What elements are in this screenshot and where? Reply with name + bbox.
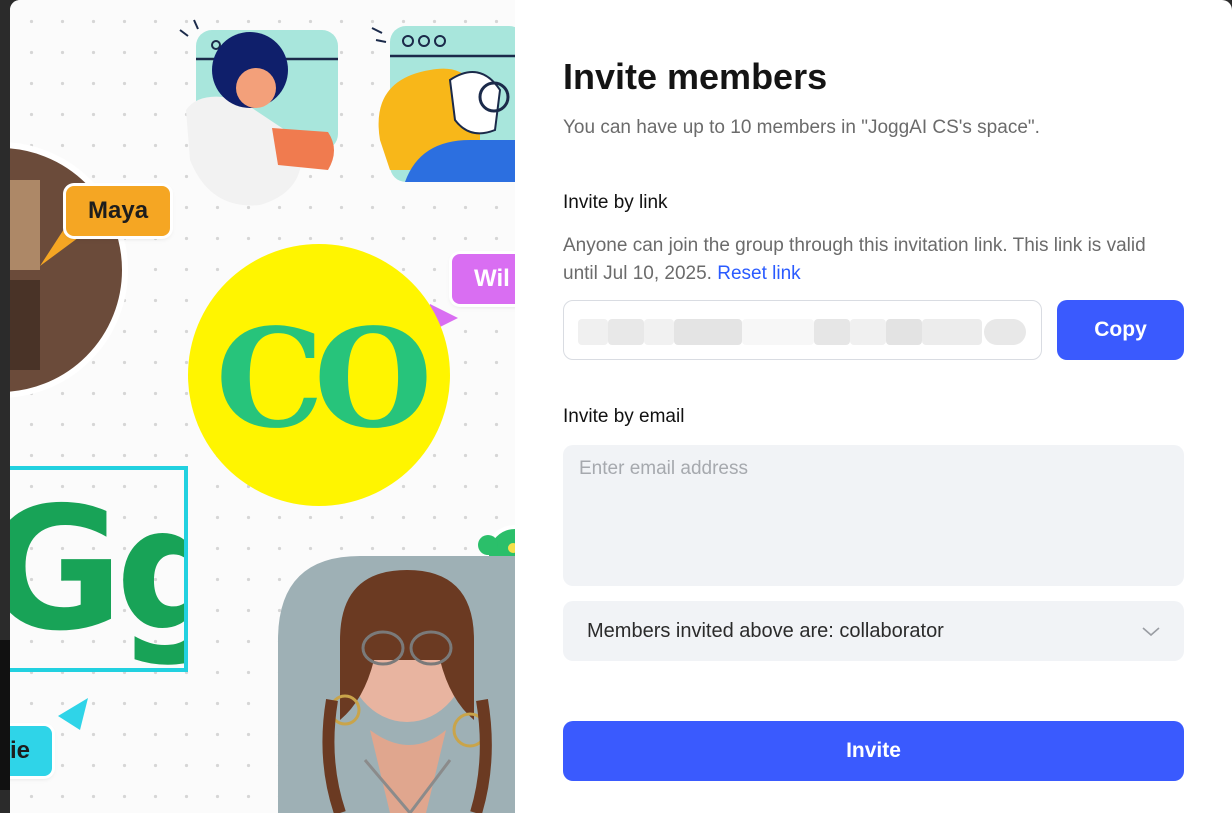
blurred-link-segment (578, 319, 608, 345)
invite-link-field[interactable] (563, 300, 1042, 360)
invite-link-description-text: Anyone can join the group through this i… (563, 235, 1146, 284)
invite-by-link-label: Invite by link (563, 192, 668, 213)
blurred-link-segment (922, 319, 982, 345)
character-window-card-2 (371, 26, 515, 182)
name-tag-ie: ie (10, 726, 53, 776)
modal-subtitle: You can have up to 10 members in "JoggAI… (563, 117, 1040, 138)
portrait-photo-card (278, 556, 515, 813)
gg-letters: Gg (10, 470, 184, 668)
blurred-link-segment (742, 319, 814, 345)
blurred-link-segment (608, 319, 644, 345)
ie-pointer (58, 698, 88, 730)
illustration-panel: CO Gg Maya Wil ie (10, 0, 515, 813)
blurred-link-segment (886, 319, 922, 345)
gg-letter-box: Gg (10, 466, 188, 672)
name-tag-wil: Wil (452, 254, 515, 304)
member-role-select-value: Members invited above are: collaborator (587, 619, 944, 642)
modal-title: Invite members (563, 56, 828, 97)
reset-link-button[interactable]: Reset link (717, 263, 800, 284)
co-letters: CO (215, 299, 433, 459)
co-yellow-circle: CO (188, 244, 450, 506)
chevron-down-icon (1142, 620, 1160, 643)
blurred-link-segment (674, 319, 742, 345)
email-address-input[interactable] (563, 445, 1184, 586)
blurred-link-segment (850, 319, 886, 345)
blurred-link-segment (984, 319, 1026, 345)
background-window-edge (0, 640, 10, 790)
copy-link-button[interactable]: Copy (1057, 300, 1184, 360)
member-role-select[interactable]: Members invited above are: collaborator (563, 601, 1184, 661)
invite-members-modal: CO Gg Maya Wil ie Invite members You can… (10, 0, 1232, 813)
invite-button[interactable]: Invite (563, 721, 1184, 781)
name-tag-maya: Maya (66, 186, 171, 236)
character-window-card-1 (179, 19, 338, 206)
invite-link-description: Anyone can join the group through this i… (563, 232, 1184, 288)
invite-by-email-label: Invite by email (563, 406, 685, 427)
blurred-link-segment (644, 319, 674, 345)
blurred-link-segment (814, 319, 850, 345)
